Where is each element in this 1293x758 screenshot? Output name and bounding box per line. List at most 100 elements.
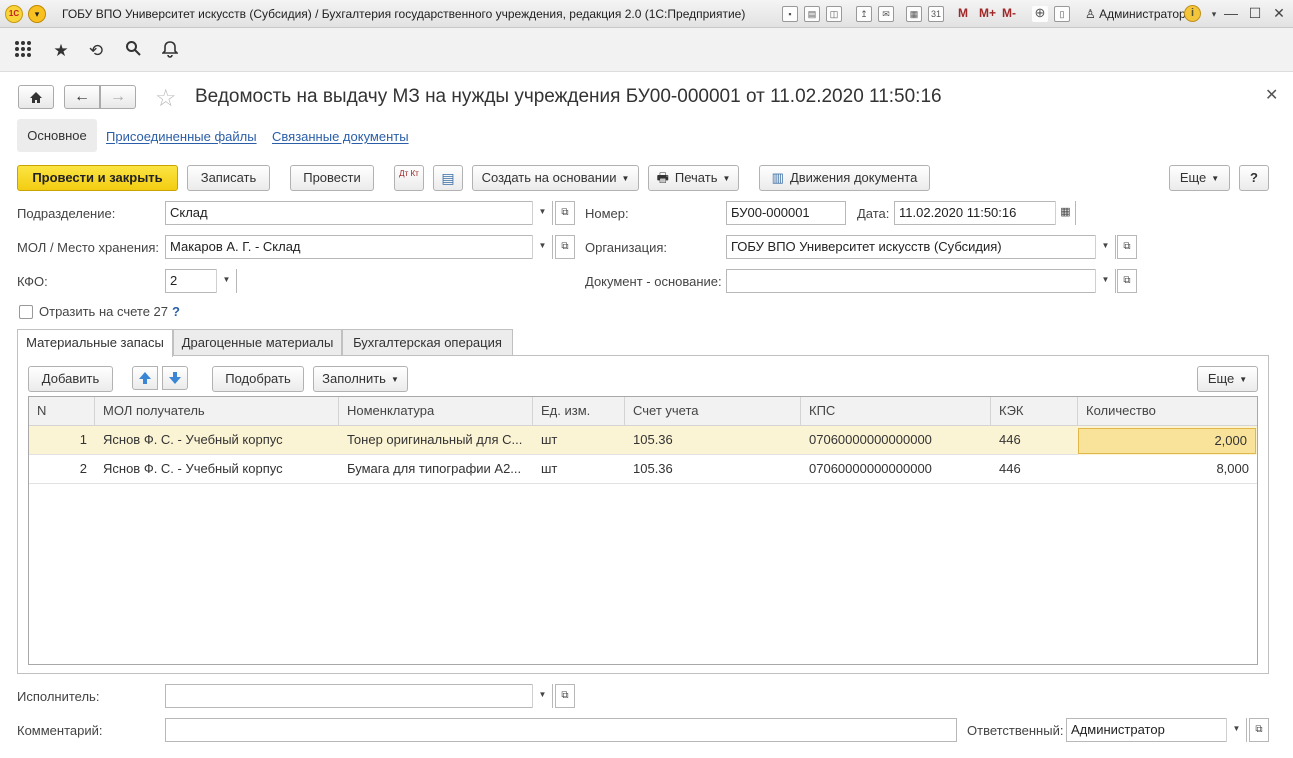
mol-dropdown[interactable]: ▼ [532,235,552,259]
division-dropdown[interactable]: ▼ [532,201,552,225]
caret-down-icon: ▼ [722,174,731,183]
close-window-icon[interactable]: ✕ [1268,5,1290,22]
movements-icon: ▥ [771,170,784,185]
favorites-icon[interactable]: ★ [50,40,72,62]
tab-attached-files[interactable]: Присоединенные файлы [106,129,257,144]
save-button[interactable]: Записать [187,165,270,191]
arrow-up-icon [139,372,151,384]
create-based-on-label: Создать на основании [481,170,617,185]
division-field[interactable]: Склад [165,201,553,225]
report-button[interactable]: ▤ [433,165,463,191]
mol-open-button[interactable]: ⧉ [555,235,575,259]
info-icon[interactable]: i [1184,5,1201,22]
print-button[interactable]: 🖶 Печать ▼ [648,165,739,191]
minimize-icon[interactable]: — [1220,5,1242,21]
responsible-dropdown[interactable]: ▼ [1226,718,1246,742]
memory-plus-button[interactable]: M+ [979,6,996,20]
tab-linked-documents[interactable]: Связанные документы [272,129,409,144]
window-title: ГОБУ ВПО Университет искусств (Субсидия)… [62,7,746,21]
zoom-icon[interactable]: ⊕ [1032,6,1048,22]
materials-table[interactable]: N МОЛ получатель Номенклатура Ед. изм. С… [28,396,1258,665]
save-icon[interactable]: ▪ [782,6,798,22]
memory-m-button[interactable]: M [958,6,968,20]
basis-dropdown[interactable]: ▼ [1095,269,1115,293]
row-unit: шт [533,455,625,484]
close-form-icon[interactable]: ✕ [1265,85,1278,105]
help-button[interactable]: ? [1239,165,1269,191]
search-icon[interactable] [122,40,144,62]
pick-button[interactable]: Подобрать [212,366,304,392]
caret-down-icon: ▼ [1239,375,1248,384]
help-question-icon[interactable]: ? [172,304,180,319]
responsible-value: Администратор [1071,722,1165,737]
row-quantity-selected[interactable]: 2,000 [1078,428,1256,454]
column-header-nomenclature[interactable]: Номенклатура [339,397,533,426]
responsible-open-button[interactable]: ⧉ [1249,718,1269,742]
calculator-icon[interactable]: ▦ [906,6,922,22]
main-menu-icon[interactable]: ▾ [28,5,46,23]
apps-grid-icon[interactable] [12,40,34,62]
comment-field[interactable] [165,718,957,742]
column-header-account[interactable]: Счет учета [625,397,801,426]
move-up-button[interactable] [132,366,158,390]
executor-dropdown[interactable]: ▼ [532,684,552,708]
column-header-quantity[interactable]: Количество [1078,397,1257,426]
back-button[interactable]: ← [64,85,100,109]
document-movements-button[interactable]: ▥ Движения документа [759,165,930,191]
column-header-kek[interactable]: КЭК [991,397,1078,426]
dt-kt-button[interactable]: Дт Кт [394,165,424,191]
number-field[interactable]: БУ00-000001 [726,201,846,225]
column-header-kps[interactable]: КПС [801,397,991,426]
mol-field[interactable]: Макаров А. Г. - Склад [165,235,553,259]
date-picker-button[interactable]: ▦ [1055,201,1075,225]
division-open-button[interactable]: ⧉ [555,201,575,225]
fill-button[interactable]: Заполнить ▼ [313,366,408,392]
row-kek: 446 [991,426,1078,455]
print-icon[interactable]: ▤ [804,6,820,22]
add-row-button[interactable]: Добавить [28,366,113,392]
preview-icon[interactable]: ◫ [826,6,842,22]
open-icon: ⧉ [561,690,569,701]
table-more-button[interactable]: Еще ▼ [1197,366,1258,392]
memory-minus-button[interactable]: M- [1002,6,1016,20]
movements-label: Движения документа [789,170,918,185]
division-value: Склад [170,205,208,220]
star-icon[interactable]: ☆ [155,84,177,113]
basis-field[interactable] [726,269,1116,293]
executor-label: Исполнитель: [17,689,100,704]
column-header-unit[interactable]: Ед. изм. [533,397,625,426]
home-button[interactable] [18,85,54,109]
executor-open-button[interactable]: ⧉ [555,684,575,708]
move-down-button[interactable] [162,366,188,390]
kfo-dropdown[interactable]: ▼ [216,269,236,293]
panels-icon[interactable]: ▯ [1054,6,1070,22]
org-open-button[interactable]: ⧉ [1117,235,1137,259]
date-field[interactable]: 11.02.2020 11:50:16 [894,201,1076,225]
create-based-on-button[interactable]: Создать на основании ▼ [472,165,639,191]
notifications-icon[interactable] [159,40,181,62]
attach-icon[interactable]: ↥ [856,6,872,22]
column-header-mol[interactable]: МОЛ получатель [95,397,339,426]
number-value: БУ00-000001 [731,205,810,220]
history-icon[interactable]: ⟲ [85,40,107,62]
caret-down-icon: ▼ [1101,241,1110,250]
basis-open-button[interactable]: ⧉ [1117,269,1137,293]
tab-main[interactable]: Основное [17,119,97,152]
user-name[interactable]: ♙ Администратор [1085,7,1186,21]
account27-checkbox[interactable] [19,305,33,319]
forward-button[interactable]: → [100,85,136,109]
post-button[interactable]: Провести [290,165,374,191]
org-dropdown[interactable]: ▼ [1095,235,1115,259]
tab-accounting-operation[interactable]: Бухгалтерская операция [342,329,513,356]
more-button[interactable]: Еще ▼ [1169,165,1230,191]
responsible-field[interactable]: Администратор [1066,718,1247,742]
calendar-icon[interactable]: 31 [928,6,944,22]
org-field[interactable]: ГОБУ ВПО Университет искусств (Субсидия) [726,235,1116,259]
column-header-n[interactable]: N [29,397,95,426]
maximize-icon[interactable]: ☐ [1244,5,1266,22]
post-and-close-button[interactable]: Провести и закрыть [17,165,178,191]
executor-field[interactable] [165,684,553,708]
tab-precious-materials[interactable]: Драгоценные материалы [173,329,342,356]
mail-icon[interactable]: ✉ [878,6,894,22]
tab-material-stocks[interactable]: Материальные запасы [17,329,173,357]
